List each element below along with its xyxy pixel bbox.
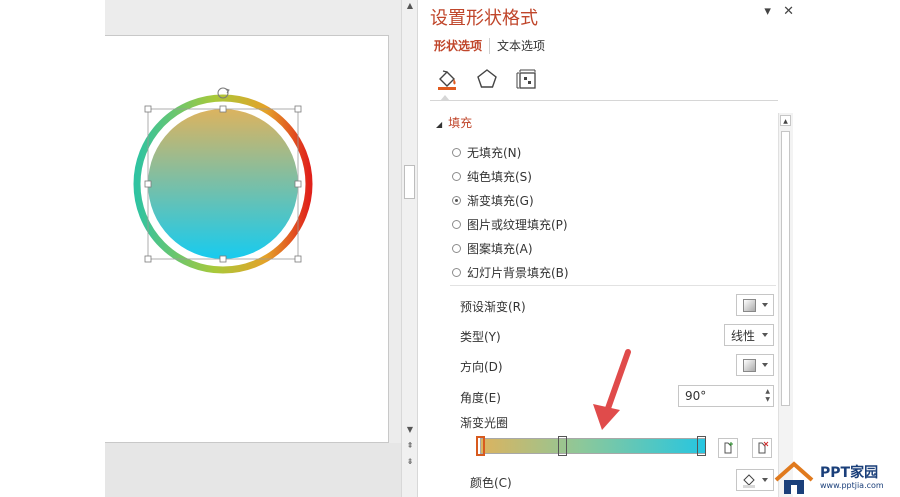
direction-swatch-icon xyxy=(743,358,756,372)
radio-gradient-fill[interactable]: 渐变填充(G) xyxy=(452,188,569,212)
radio-slide-background-fill[interactable]: 幻灯片背景填充(B) xyxy=(452,260,569,284)
radio-no-fill[interactable]: 无填充(N) xyxy=(452,140,569,164)
panel-title: 设置形状格式 xyxy=(430,8,538,29)
panel-content: ◢ 填充 无填充(N) 纯色填充(S) 渐变填充(G) 图片或纹理填充(P) 图案… xyxy=(430,110,776,497)
gradient-stop-2[interactable] xyxy=(558,436,567,456)
scroll-up-icon[interactable]: ▲ xyxy=(780,115,791,126)
scroll-up-icon[interactable]: ▲ xyxy=(403,0,417,12)
radio-checked-icon[interactable] xyxy=(452,195,461,205)
preset-gradient-dropdown[interactable] xyxy=(736,294,774,316)
panel-scroll-thumb[interactable] xyxy=(781,131,790,406)
panel-icon-tabs xyxy=(434,66,540,92)
fill-bucket-icon[interactable] xyxy=(434,66,460,92)
direction-label: 方向(D) xyxy=(460,360,503,374)
radio-icon[interactable] xyxy=(452,243,461,253)
preset-gradient-label: 预设渐变(R) xyxy=(460,300,526,314)
radio-icon[interactable] xyxy=(452,147,461,157)
collapse-triangle-icon[interactable]: ◢ xyxy=(436,120,442,129)
canvas-vertical-scrollbar[interactable]: ▲ ▼ ⇞ ⇟ xyxy=(401,0,418,497)
house-logo-icon xyxy=(774,460,814,494)
fill-options: 无填充(N) 纯色填充(S) 渐变填充(G) 图片或纹理填充(P) 图案填充(A… xyxy=(452,140,569,284)
pentagon-icon[interactable] xyxy=(474,66,500,92)
gradient-circle-shape[interactable] xyxy=(125,85,325,280)
angle-label: 角度(E) xyxy=(460,391,501,405)
type-label: 类型(Y) xyxy=(460,330,501,344)
gradient-swatch-icon xyxy=(743,298,756,312)
scroll-down-icon[interactable]: ▼ xyxy=(403,424,417,436)
fill-color-icon xyxy=(743,474,755,488)
canvas-scroll-thumb[interactable] xyxy=(404,165,415,199)
pptjia-watermark: PPT家园 www.pptjia.com xyxy=(772,458,900,497)
direction-dropdown[interactable] xyxy=(736,354,774,376)
color-dropdown[interactable] xyxy=(736,469,774,491)
size-properties-icon[interactable] xyxy=(514,66,540,92)
chevron-down-icon xyxy=(762,333,768,337)
gradient-stops-bar[interactable] xyxy=(480,438,706,454)
angle-input[interactable]: 90° ▲ ▼ xyxy=(678,385,774,407)
close-icon[interactable]: ✕ xyxy=(783,4,794,19)
add-gradient-stop-button[interactable] xyxy=(718,438,738,458)
previous-slide-icon[interactable]: ⇞ xyxy=(403,440,417,452)
chevron-down-icon xyxy=(762,478,768,482)
red-arrow-annotation xyxy=(593,349,631,430)
canvas-bottom-bar xyxy=(105,443,401,497)
chevron-down-icon xyxy=(762,363,768,367)
next-slide-icon[interactable]: ⇟ xyxy=(403,456,417,468)
radio-solid-fill[interactable]: 纯色填充(S) xyxy=(452,164,569,188)
radio-picture-fill[interactable]: 图片或纹理填充(P) xyxy=(452,212,569,236)
spin-updown-icon[interactable]: ▲ ▼ xyxy=(765,388,770,404)
color-label: 颜色(C) xyxy=(470,476,512,490)
tab-text-options[interactable]: 文本选项 xyxy=(489,38,552,54)
type-dropdown[interactable]: 线性 xyxy=(724,324,774,346)
tab-shape-options[interactable]: 形状选项 xyxy=(434,38,489,54)
panel-vertical-scrollbar[interactable]: ▲ xyxy=(778,113,793,497)
radio-pattern-fill[interactable]: 图案填充(A) xyxy=(452,236,569,260)
fill-section-header[interactable]: ◢ 填充 xyxy=(436,114,472,131)
panel-tabs: 形状选项 文本选项 xyxy=(434,38,552,54)
chevron-down-icon xyxy=(762,303,768,307)
panel-options-icon[interactable]: ▾ xyxy=(764,4,771,19)
radio-icon[interactable] xyxy=(452,267,461,277)
radio-icon[interactable] xyxy=(452,219,461,229)
add-stop-icon xyxy=(724,442,733,454)
gradient-stops-label: 渐变光圈 xyxy=(460,416,509,430)
radio-icon[interactable] xyxy=(452,171,461,181)
remove-gradient-stop-button[interactable] xyxy=(752,438,772,458)
remove-stop-icon xyxy=(758,441,769,454)
gradient-stop-1[interactable] xyxy=(476,436,485,456)
gradient-stop-3[interactable] xyxy=(697,436,706,456)
